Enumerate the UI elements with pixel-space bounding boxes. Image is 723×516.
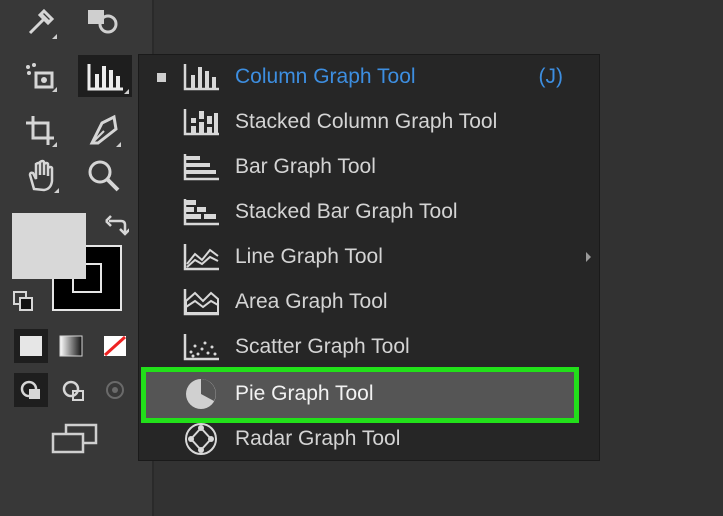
gradient-mode-button[interactable] xyxy=(54,329,88,363)
tear-off-arrow-icon[interactable] xyxy=(586,252,591,262)
pie-graph-icon xyxy=(181,378,221,410)
symbol-sprayer-tool[interactable] xyxy=(20,55,60,95)
gradient-icon xyxy=(59,335,83,357)
fill-color-swatch[interactable] xyxy=(12,213,86,279)
graph-tool-flyout-menu: Column Graph Tool (J) Stacked Column Gra… xyxy=(138,54,600,461)
draw-inside-icon xyxy=(106,381,124,399)
column-graph-icon xyxy=(87,64,123,91)
shortcut-label: (J) xyxy=(538,65,564,88)
menu-item-bar-graph[interactable]: Bar Graph Tool xyxy=(139,145,599,189)
shape-builder-tool[interactable] xyxy=(82,0,122,40)
default-colors-icon xyxy=(13,291,33,311)
column-graph-icon xyxy=(181,61,221,93)
scatter-graph-icon xyxy=(181,331,221,363)
artboard-tool[interactable] xyxy=(20,110,60,150)
pen-icon xyxy=(89,114,118,145)
bar-graph-icon xyxy=(181,151,221,183)
zoom-icon xyxy=(88,160,120,192)
menu-item-pie-graph[interactable]: Pie Graph Tool xyxy=(141,367,579,423)
tools-panel xyxy=(0,0,154,516)
area-graph-icon xyxy=(181,286,221,318)
menu-item-label: Scatter Graph Tool xyxy=(235,335,410,358)
column-graph-tool[interactable] xyxy=(78,55,132,97)
eyedropper-tool[interactable] xyxy=(20,2,60,42)
screen-mode-icon xyxy=(51,423,98,454)
default-colors-button[interactable] xyxy=(12,290,36,312)
draw-normal-button[interactable] xyxy=(14,373,48,407)
line-graph-icon xyxy=(181,241,221,273)
color-square-icon xyxy=(20,336,42,356)
swap-colors-button[interactable] xyxy=(104,214,130,238)
menu-item-label: Column Graph Tool xyxy=(235,65,416,88)
stacked-column-graph-icon xyxy=(181,106,221,138)
draw-behind-icon xyxy=(62,380,84,401)
draw-normal-icon xyxy=(20,380,40,399)
zoom-tool[interactable] xyxy=(84,156,124,196)
swap-arrow-icon xyxy=(105,215,129,236)
draw-inside-button[interactable] xyxy=(98,373,132,407)
menu-item-label: Line Graph Tool xyxy=(235,245,383,268)
menu-item-line-graph[interactable]: Line Graph Tool xyxy=(139,235,599,279)
hand-icon xyxy=(28,159,54,192)
stacked-bar-graph-icon xyxy=(181,196,221,228)
none-color-button[interactable] xyxy=(98,329,132,363)
menu-item-label: Pie Graph Tool xyxy=(235,382,374,405)
draw-behind-button[interactable] xyxy=(56,373,90,407)
menu-item-stacked-bar-graph[interactable]: Stacked Bar Graph Tool xyxy=(139,190,599,234)
menu-item-label: Radar Graph Tool xyxy=(235,427,401,450)
screen-mode-button[interactable] xyxy=(50,420,100,456)
menu-item-label: Stacked Bar Graph Tool xyxy=(235,200,458,223)
shape-builder-icon xyxy=(88,10,118,34)
menu-item-label: Area Graph Tool xyxy=(235,290,388,313)
menu-item-label: Bar Graph Tool xyxy=(235,155,376,178)
menu-item-stacked-column-graph[interactable]: Stacked Column Graph Tool xyxy=(139,100,599,144)
symbol-sprayer-icon xyxy=(26,63,54,89)
none-color-icon xyxy=(103,335,127,357)
radar-graph-icon xyxy=(181,423,221,455)
menu-item-label: Stacked Column Graph Tool xyxy=(235,110,498,133)
hand-tool[interactable] xyxy=(22,156,62,196)
artboard-icon xyxy=(26,116,54,145)
current-tool-bullet xyxy=(157,73,166,82)
pen-tool[interactable] xyxy=(84,110,124,150)
menu-item-scatter-graph[interactable]: Scatter Graph Tool xyxy=(139,325,599,369)
eyedropper-icon xyxy=(28,8,55,35)
menu-item-column-graph[interactable]: Column Graph Tool (J) xyxy=(139,55,599,99)
fill-color-mode-button[interactable] xyxy=(14,329,48,363)
menu-item-area-graph[interactable]: Area Graph Tool xyxy=(139,280,599,324)
menu-item-radar-graph[interactable]: Radar Graph Tool xyxy=(139,417,599,461)
